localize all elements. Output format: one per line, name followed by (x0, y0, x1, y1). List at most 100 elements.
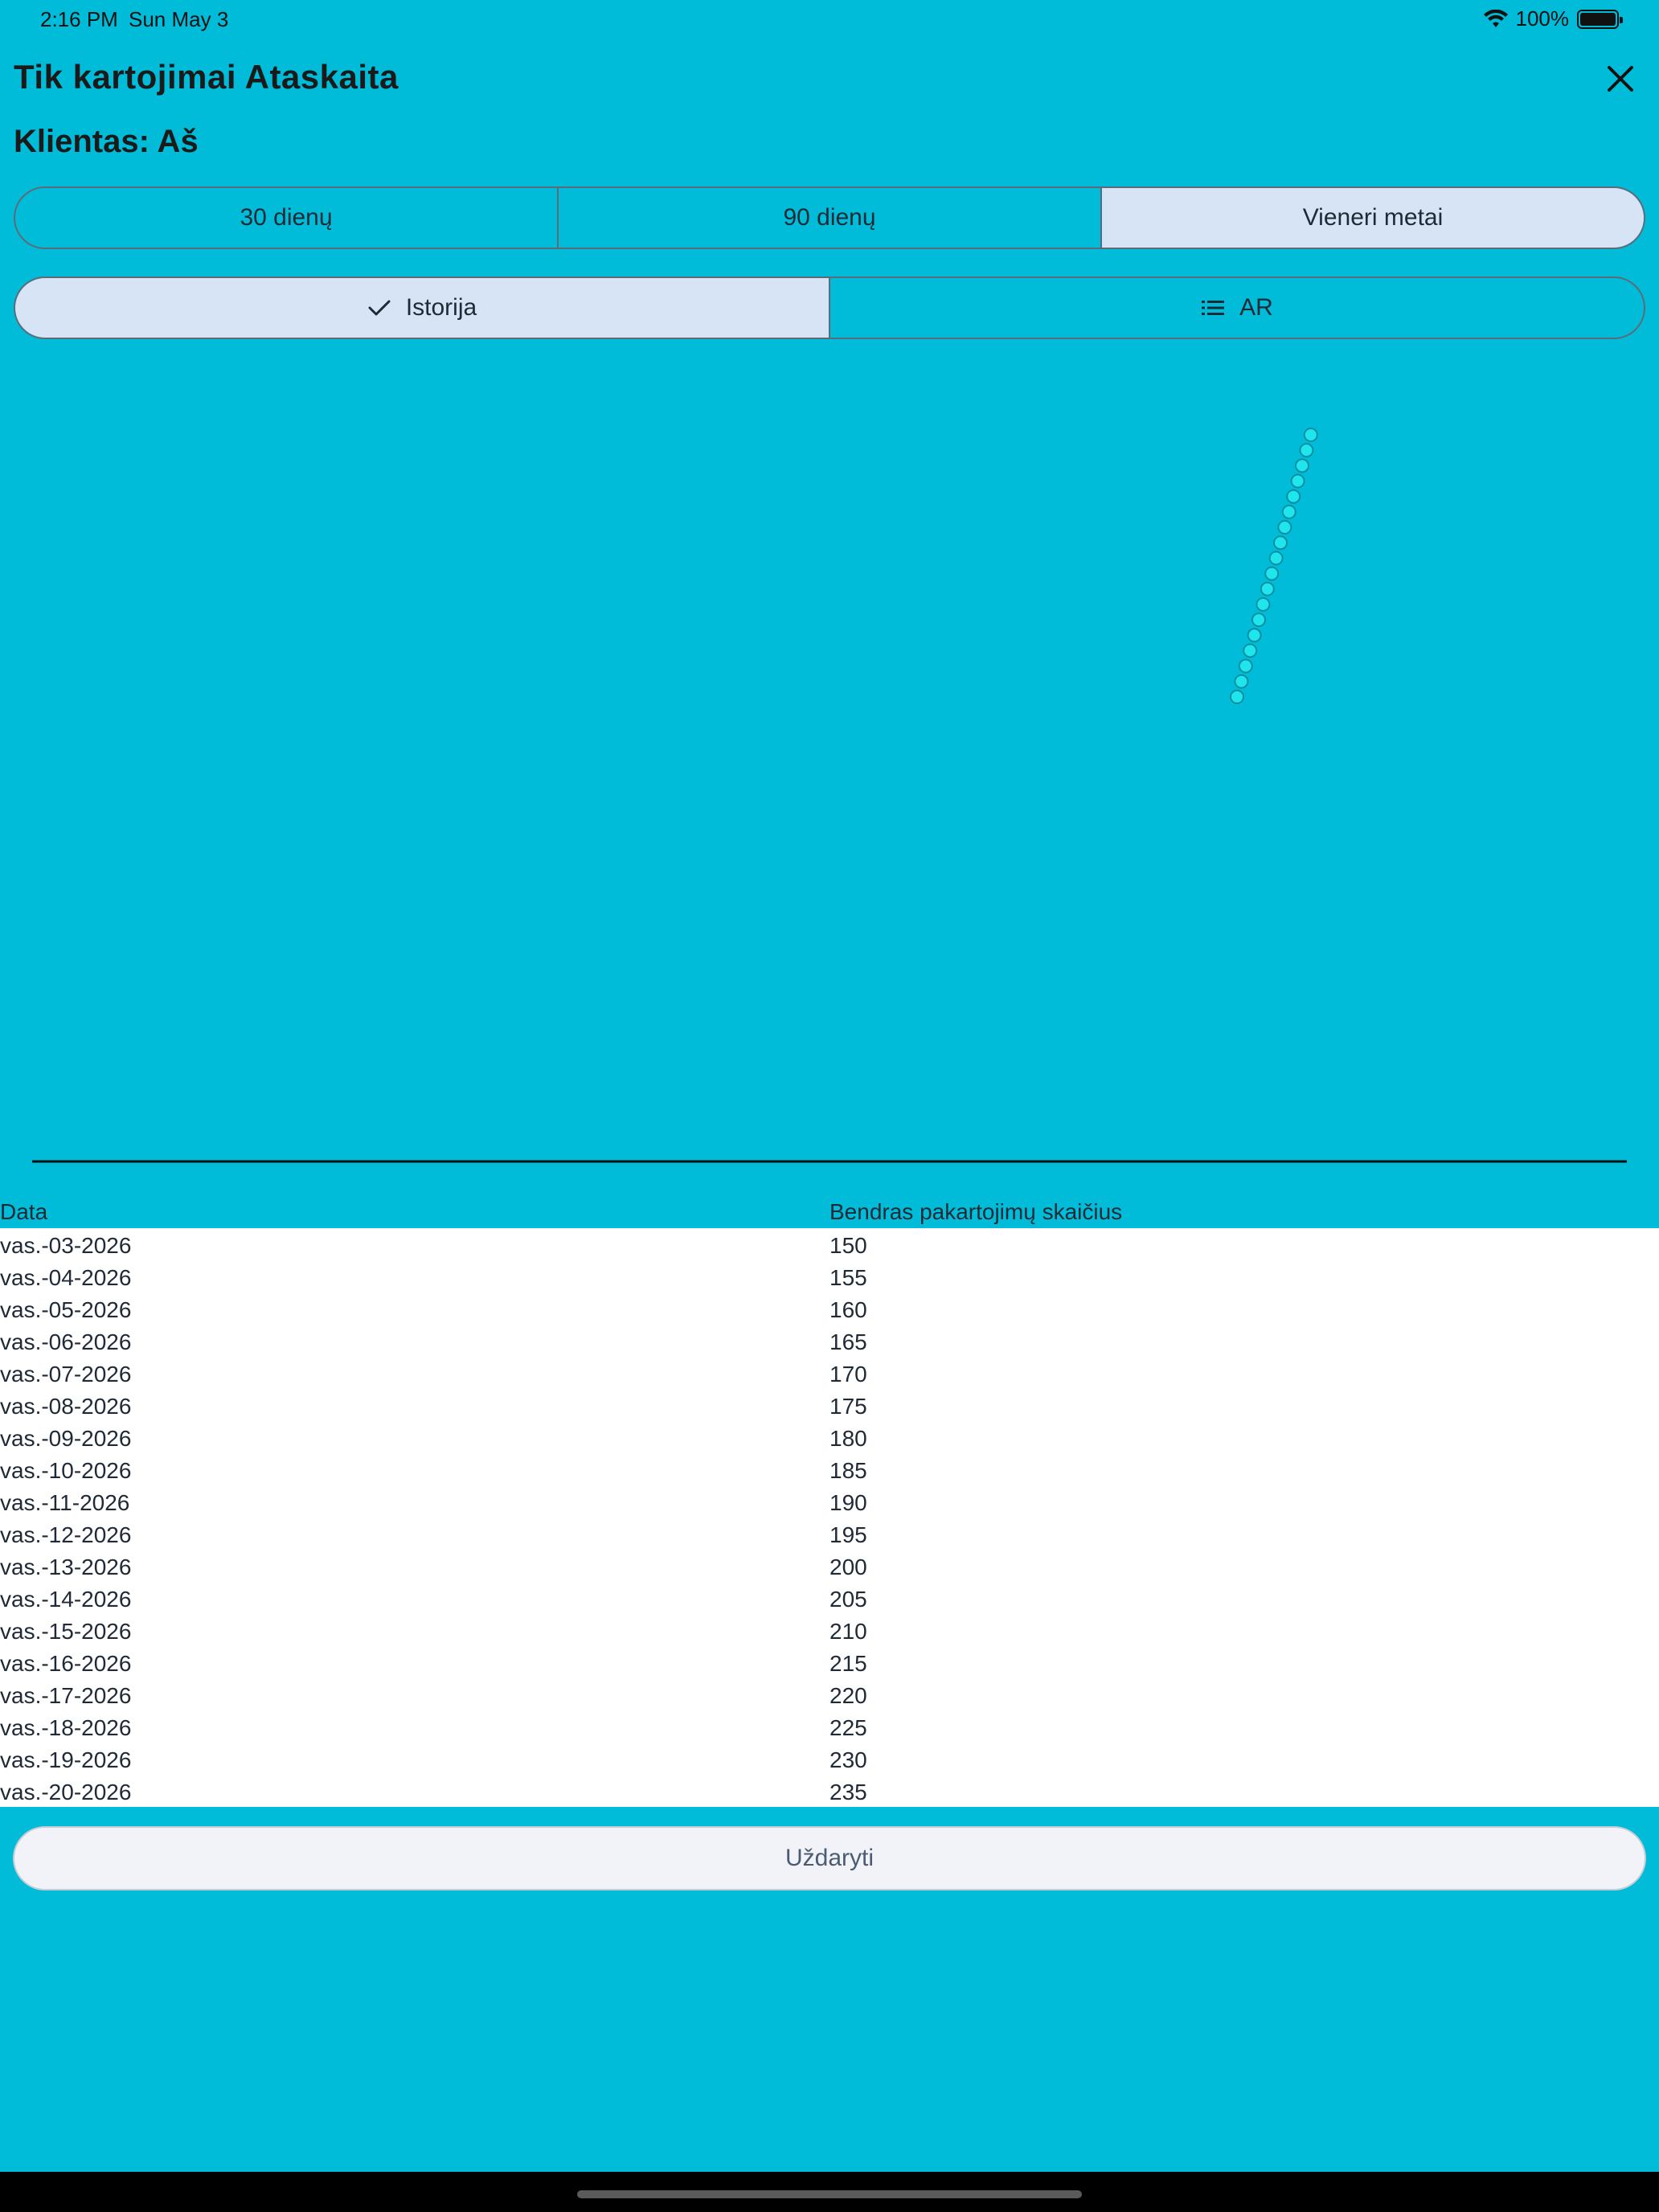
chart-point[interactable] (1281, 504, 1296, 519)
table-row: vas.-04-2026 155 (0, 1260, 1659, 1292)
cell-total: 185 (830, 1458, 867, 1483)
chart-point[interactable] (1238, 658, 1253, 674)
chart-point[interactable] (1260, 581, 1275, 596)
chart-points (1230, 428, 1318, 704)
cell-date: vas.-12-2026 (0, 1522, 132, 1547)
cell-total: 180 (830, 1426, 867, 1451)
history-chart (32, 428, 1627, 1163)
table-row: vas.-16-2026 215 (0, 1646, 1659, 1678)
cell-date: vas.-04-2026 (0, 1265, 132, 1290)
battery-icon (1577, 9, 1623, 29)
table-row: vas.-03-2026 150 (0, 1228, 1659, 1260)
cell-total: 150 (830, 1233, 867, 1258)
cell-date: vas.-08-2026 (0, 1394, 132, 1419)
chart-point[interactable] (1247, 628, 1262, 643)
cell-date: vas.-20-2026 (0, 1780, 132, 1804)
table-row: vas.-06-2026 165 (0, 1325, 1659, 1357)
chart-point[interactable] (1303, 428, 1318, 442)
cell-date: vas.-13-2026 (0, 1555, 132, 1579)
cell-date: vas.-05-2026 (0, 1297, 132, 1322)
cell-total: 160 (830, 1297, 867, 1322)
chart-point[interactable] (1299, 443, 1314, 458)
table-row: vas.-10-2026 185 (0, 1453, 1659, 1485)
tab-ar[interactable]: AR (830, 278, 1644, 338)
table-row: vas.-15-2026 210 (0, 1614, 1659, 1646)
close-icon[interactable] (1604, 63, 1636, 95)
table-row: vas.-05-2026 160 (0, 1292, 1659, 1325)
table-row: vas.-08-2026 175 (0, 1389, 1659, 1421)
battery-percent: 100% (1515, 6, 1570, 31)
table-row: vas.-17-2026 220 (0, 1678, 1659, 1710)
wifi-icon (1483, 9, 1508, 27)
cell-date: vas.-06-2026 (0, 1329, 132, 1354)
tab-90-days[interactable]: 90 dienų (559, 188, 1102, 248)
chart-point[interactable] (1277, 520, 1292, 535)
chart-point[interactable] (1290, 473, 1305, 489)
cell-date: vas.-11-2026 (0, 1490, 130, 1515)
status-time: 2:16 PM (40, 7, 118, 31)
tab-label: 30 dienų (240, 204, 333, 231)
chart-point[interactable] (1264, 566, 1280, 581)
table-row: vas.-09-2026 180 (0, 1421, 1659, 1453)
cell-total: 170 (830, 1362, 867, 1387)
list-icon (1202, 301, 1225, 315)
table-row: vas.-18-2026 225 (0, 1710, 1659, 1743)
table-row: vas.-11-2026 190 (0, 1485, 1659, 1518)
home-indicator[interactable] (577, 2190, 1082, 2198)
cell-total: 155 (830, 1265, 867, 1290)
page-title: Tik kartojimai Ataskaita (14, 58, 399, 96)
cell-total: 190 (830, 1490, 867, 1515)
chart-point[interactable] (1234, 674, 1249, 689)
chart-point[interactable] (1256, 596, 1271, 612)
chart-point[interactable] (1251, 612, 1266, 628)
cell-total: 220 (830, 1683, 867, 1708)
chart-point[interactable] (1273, 535, 1288, 551)
cell-total: 175 (830, 1394, 867, 1419)
table-row: vas.-20-2026 235 (0, 1775, 1659, 1807)
view-selector: Istorija AR (14, 276, 1645, 339)
chart-point[interactable] (1230, 690, 1244, 704)
battery-fill (1580, 12, 1616, 26)
cell-total: 215 (830, 1651, 867, 1676)
client-label: Klientas: Aš (14, 124, 199, 159)
report-screen: 2:16 PM Sun May 3 100% Tik kartojimai At… (0, 0, 1659, 2212)
tab-history[interactable]: Istorija (15, 278, 830, 338)
chart-point[interactable] (1268, 551, 1284, 566)
cell-date: vas.-16-2026 (0, 1651, 132, 1676)
cell-total: 205 (830, 1587, 867, 1612)
tab-one-year[interactable]: Vieneri metai (1102, 188, 1644, 248)
cell-total: 230 (830, 1747, 867, 1772)
cell-date: vas.-03-2026 (0, 1233, 132, 1258)
cell-date: vas.-18-2026 (0, 1715, 132, 1740)
tab-label: Vieneri metai (1302, 204, 1444, 231)
table-row: vas.-07-2026 170 (0, 1357, 1659, 1389)
column-header-total: Bendras pakartojimų skaičius (830, 1199, 1123, 1224)
table-row: vas.-14-2026 205 (0, 1582, 1659, 1614)
cell-date: vas.-09-2026 (0, 1426, 132, 1451)
table-row: vas.-13-2026 200 (0, 1550, 1659, 1582)
table-header: Data Bendras pakartojimų skaičius (0, 1196, 1659, 1228)
tab-label: 90 dienų (783, 204, 876, 231)
column-header-date: Data (0, 1199, 48, 1224)
cell-total: 225 (830, 1715, 867, 1740)
period-selector: 30 dienų 90 dienų Vieneri metai (14, 186, 1645, 249)
cell-date: vas.-14-2026 (0, 1587, 132, 1612)
cell-total: 210 (830, 1619, 867, 1644)
status-right: 100% (1483, 6, 1623, 31)
cell-total: 200 (830, 1555, 867, 1579)
cell-date: vas.-15-2026 (0, 1619, 132, 1644)
status-bar: 2:16 PM Sun May 3 100% (0, 0, 1659, 39)
cell-total: 235 (830, 1780, 867, 1804)
chart-point[interactable] (1286, 489, 1301, 504)
cell-date: vas.-10-2026 (0, 1458, 132, 1483)
chart-point[interactable] (1295, 458, 1309, 473)
tab-30-days[interactable]: 30 dienų (15, 188, 559, 248)
close-button[interactable]: Uždaryti (13, 1826, 1646, 1890)
tab-label: Istorija (405, 294, 477, 321)
chart-point[interactable] (1243, 643, 1258, 658)
close-button-label: Uždaryti (784, 1845, 875, 1871)
status-date: Sun May 3 (129, 7, 229, 31)
table-row: vas.-19-2026 230 (0, 1743, 1659, 1775)
table-row: vas.-12-2026 195 (0, 1518, 1659, 1550)
cell-date: vas.-07-2026 (0, 1362, 132, 1387)
